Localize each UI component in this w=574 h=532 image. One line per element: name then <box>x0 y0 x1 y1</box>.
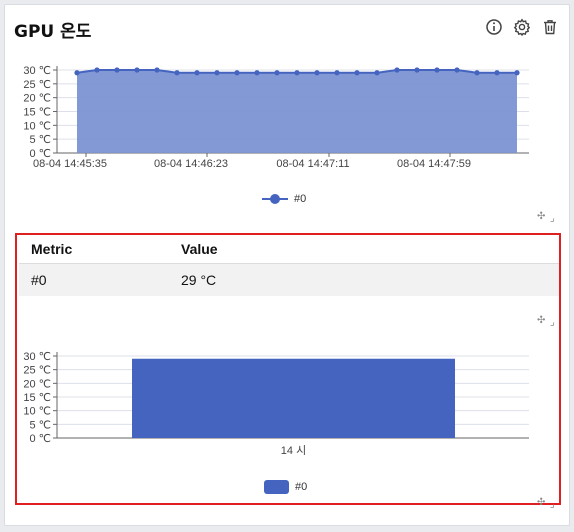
bar-chart-legend[interactable]: #0 <box>264 480 307 494</box>
x-tick-label: 14 시 <box>281 445 306 457</box>
y-tick-label: 25 ℃ <box>23 365 51 377</box>
y-tick-label: 20 ℃ <box>23 378 51 390</box>
resize-handle-icon[interactable]: ⌟ <box>550 500 555 510</box>
move-handle-icon[interactable]: ✣ <box>537 498 545 508</box>
legend-label: #0 <box>295 481 308 493</box>
gpu-temp-bar-chart: 30 ℃ 25 ℃20 ℃ 15 ℃ 10 ℃5 ℃ 0 ℃ 14 시 <box>23 351 529 457</box>
y-tick-label: 30 ℃ <box>23 351 51 363</box>
y-tick-label: 5 ℃ <box>29 419 51 431</box>
y-tick-label: 10 ℃ <box>23 406 51 418</box>
y-tick-label: 15 ℃ <box>23 392 51 404</box>
y-tick-label: 0 ℃ <box>29 433 51 445</box>
bar <box>132 358 455 438</box>
legend-swatch-icon <box>264 480 289 494</box>
